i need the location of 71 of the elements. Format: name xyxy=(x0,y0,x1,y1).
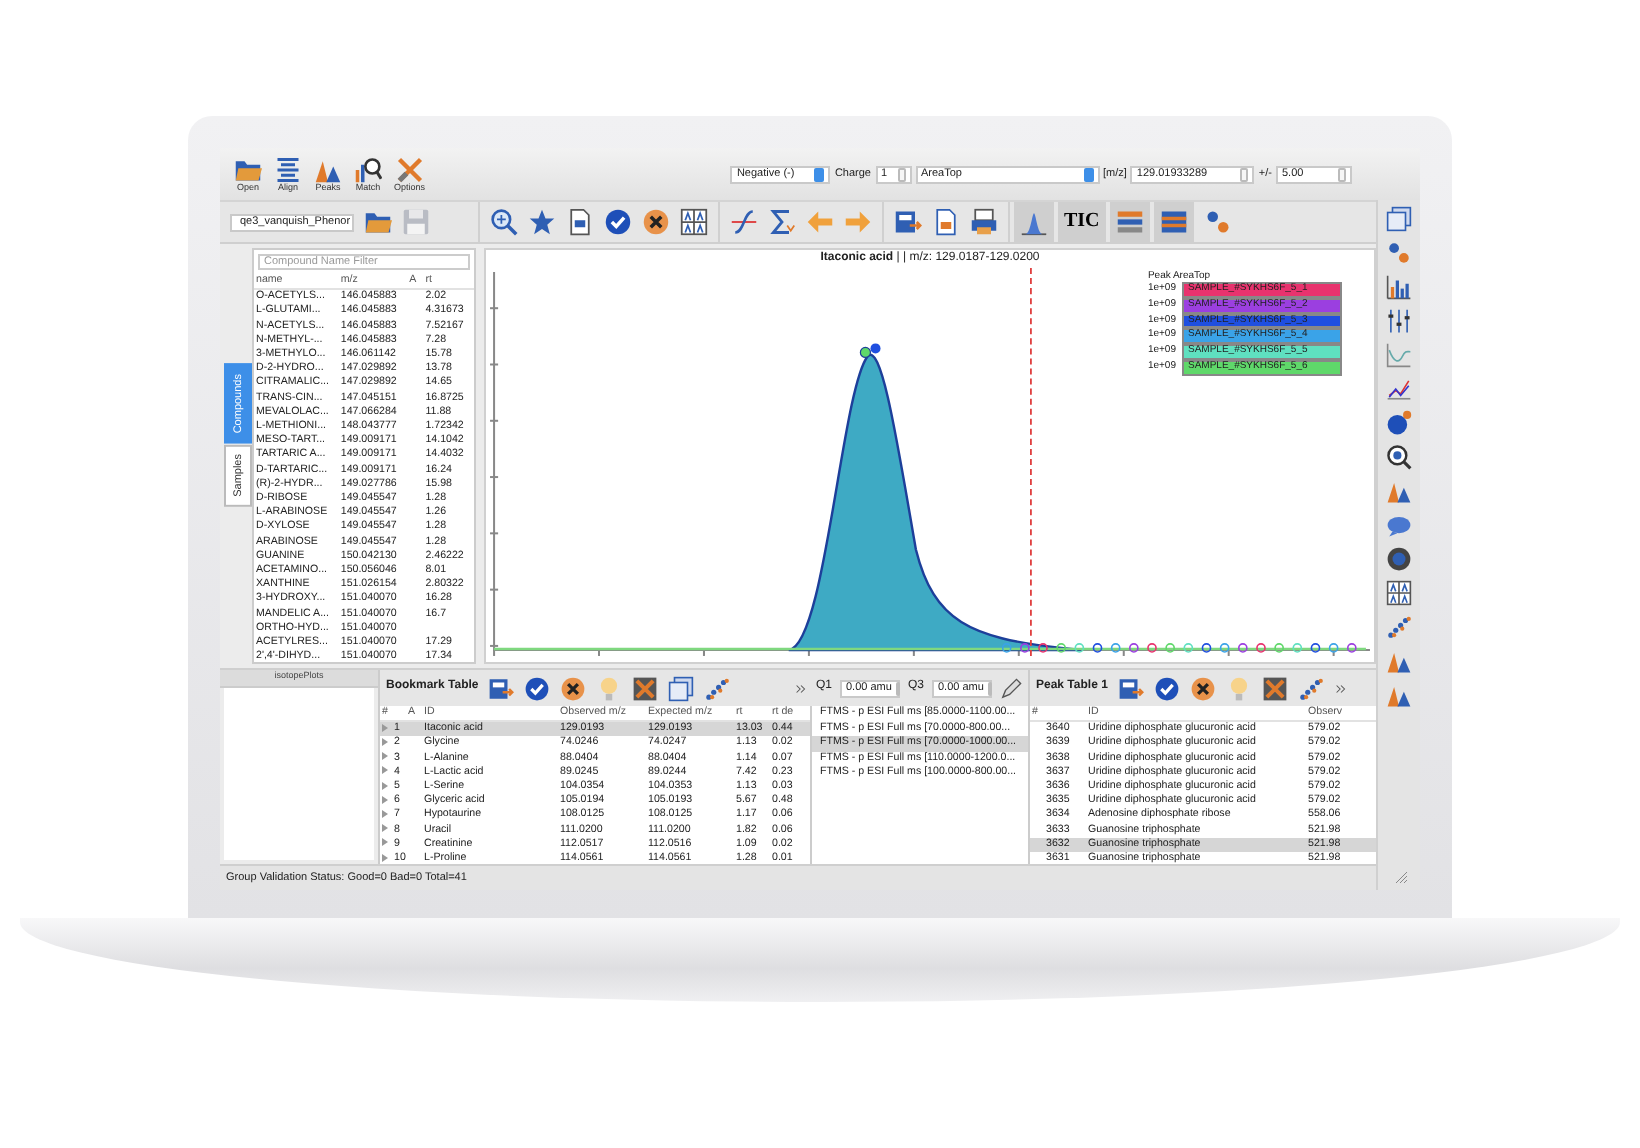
data-point xyxy=(1092,643,1103,653)
checkmark-icon[interactable] xyxy=(524,675,551,701)
scatter-icon[interactable] xyxy=(1386,614,1412,640)
bars-icon[interactable] xyxy=(1115,208,1144,236)
target-icon[interactable] xyxy=(1386,546,1412,572)
speech-bubble-icon[interactable] xyxy=(1386,512,1412,538)
circle-badge-icon[interactable] xyxy=(1386,410,1412,436)
tic-button[interactable]: TIC xyxy=(1058,202,1106,242)
dots-icon[interactable] xyxy=(1203,208,1232,236)
cross-box-icon[interactable] xyxy=(632,675,659,701)
zoom-icon[interactable] xyxy=(490,208,518,236)
cross-icon[interactable] xyxy=(560,675,587,701)
data-point xyxy=(1038,643,1048,653)
grid-icon[interactable] xyxy=(1386,580,1412,606)
data-point xyxy=(1256,643,1266,653)
data-point xyxy=(1346,643,1357,653)
curve-icon[interactable] xyxy=(730,208,758,236)
document-icon[interactable] xyxy=(932,208,960,236)
print-icon[interactable] xyxy=(970,208,998,236)
data-point xyxy=(1292,643,1303,653)
export-icon[interactable] xyxy=(488,675,515,701)
star-icon[interactable] xyxy=(528,208,556,236)
grid-icon[interactable] xyxy=(680,208,708,236)
folder-icon xyxy=(234,155,262,184)
tools-icon xyxy=(395,155,424,184)
chevron-icon[interactable] xyxy=(1333,681,1348,695)
data-point xyxy=(1310,643,1321,653)
layers-icon[interactable] xyxy=(668,675,695,701)
cross-icon[interactable] xyxy=(642,208,670,236)
stripes-icon[interactable] xyxy=(1159,208,1188,236)
layers-icon[interactable] xyxy=(1386,206,1412,232)
data-point xyxy=(1165,643,1175,653)
peak-icon[interactable] xyxy=(1020,208,1048,236)
data-point xyxy=(1110,643,1121,653)
bar-chart-icon[interactable] xyxy=(1386,274,1412,300)
data-point xyxy=(1237,643,1248,653)
line-chart-icon[interactable] xyxy=(1386,342,1412,368)
export-icon[interactable] xyxy=(1117,675,1144,701)
checkmark-icon[interactable] xyxy=(604,208,632,236)
checkmark-icon[interactable] xyxy=(1153,675,1180,701)
data-point xyxy=(1001,643,1012,653)
data-point xyxy=(1147,643,1157,653)
dots-icon[interactable] xyxy=(1386,240,1412,266)
cross-box-icon[interactable] xyxy=(1261,675,1288,701)
data-point xyxy=(1129,643,1139,653)
peaks-icon[interactable] xyxy=(1386,478,1412,504)
data-point xyxy=(1183,643,1194,653)
data-point xyxy=(1074,643,1085,653)
cross-icon[interactable] xyxy=(1189,675,1216,701)
resize-grip-icon[interactable] xyxy=(1391,868,1407,884)
chevron-icon[interactable] xyxy=(793,681,808,695)
document-icon[interactable] xyxy=(566,208,594,236)
align-icon xyxy=(274,155,302,184)
data-point xyxy=(1056,643,1067,653)
data-point xyxy=(1328,643,1339,653)
scatter-icon[interactable] xyxy=(1297,675,1324,701)
scatter-icon[interactable] xyxy=(704,675,731,701)
export-icon[interactable] xyxy=(894,208,922,236)
data-point xyxy=(1274,643,1284,653)
pen-icon[interactable] xyxy=(1000,677,1022,699)
peaks-icon[interactable] xyxy=(1386,682,1412,708)
bar-magnifier-icon xyxy=(354,155,382,184)
peaks-icon[interactable] xyxy=(1386,648,1412,674)
sigma-icon[interactable] xyxy=(768,208,796,236)
sliders-icon[interactable] xyxy=(1386,308,1412,334)
line-chart-icon[interactable] xyxy=(1386,376,1412,402)
data-point xyxy=(1020,643,1030,653)
data-point xyxy=(1201,643,1212,653)
folder-icon[interactable] xyxy=(364,208,392,236)
magnifier-icon[interactable] xyxy=(1386,444,1412,470)
data-point xyxy=(1219,643,1230,653)
